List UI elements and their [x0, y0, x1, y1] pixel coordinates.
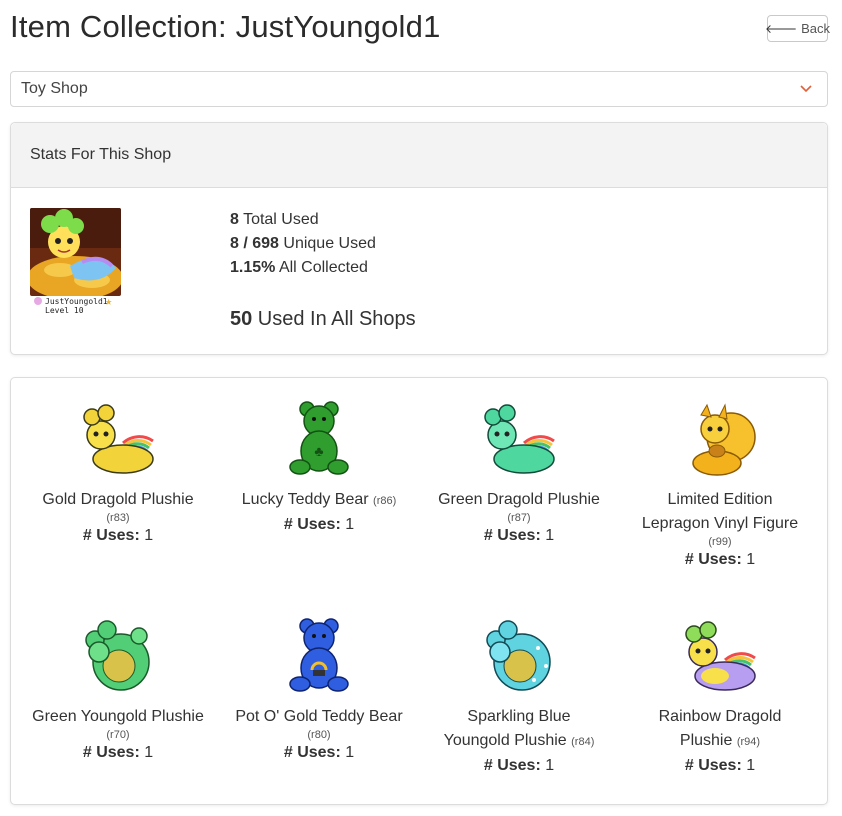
star-icon: ★: [105, 294, 113, 308]
page-title: Item Collection: JustYoungold1: [10, 9, 441, 44]
dragold-plushie-icon: [484, 404, 555, 474]
item-uses: # Uses: 1: [483, 757, 555, 774]
back-button[interactable]: 🡐 Back: [764, 15, 831, 42]
item-uses: # Uses: 1: [82, 527, 154, 544]
chevron-down-icon: [800, 85, 812, 93]
avatar-username: JustYoungold1: [45, 297, 108, 306]
item-rarity: (r87): [507, 512, 531, 524]
item-rarity: (r83): [106, 512, 130, 524]
stat-all-shops: 50 Used In All Shops: [230, 308, 416, 330]
item-uses: # Uses: 1: [283, 744, 355, 761]
item-uses: # Uses: 1: [283, 516, 355, 533]
item-card[interactable]: Green Youngold Plushie (r70) # Uses: 1: [18, 618, 218, 765]
item-name: Rainbow Dragold Plushie (r94): [658, 708, 782, 749]
item-name: Green Youngold Plushie: [32, 708, 204, 725]
avatar-image: [30, 208, 121, 296]
item-card[interactable]: Sparkling Blue Youngold Plushie (r84) # U…: [419, 618, 619, 778]
item-uses: # Uses: 1: [483, 527, 555, 544]
teddy-bear-icon: ♣: [289, 401, 349, 475]
youngold-plushie-icon: [85, 620, 150, 691]
dragold-plushie-icon: [685, 621, 756, 691]
gender-icon: [34, 297, 42, 305]
back-button-label: Back: [801, 21, 831, 36]
shop-select[interactable]: Toy Shop: [10, 71, 828, 107]
dragold-plushie-icon: [83, 404, 154, 474]
youngold-plushie-icon: [486, 620, 551, 691]
item-uses: # Uses: 1: [82, 744, 154, 761]
item-rarity: (r80): [307, 729, 331, 741]
item-name: Sparkling Blue Youngold Plushie (r84): [443, 708, 595, 749]
item-card[interactable]: Pot O' Gold Teddy Bear (r80) # Uses: 1: [219, 618, 419, 765]
item-uses: # Uses: 1: [684, 757, 756, 774]
lepragon-figure-icon: [692, 403, 756, 476]
item-card[interactable]: Limited Edition Lepragon Vinyl Figure (r9…: [620, 401, 820, 572]
item-rarity: (r99): [708, 536, 732, 548]
item-rarity: (r84): [571, 736, 595, 748]
avatar-level: Level 10: [45, 306, 84, 315]
item-rarity: (r94): [736, 736, 761, 748]
item-name: Pot O' Gold Teddy Bear: [235, 708, 403, 725]
stat-unique-used: 8 / 698 Unique Used: [230, 235, 376, 252]
item-uses: # Uses: 1: [684, 551, 756, 568]
item-card[interactable]: Gold Dragold Plushie (r83) # Uses: 1: [18, 401, 218, 548]
stat-total-used: 8 Total Used: [230, 211, 319, 228]
item-name: Green Dragold Plushie: [438, 491, 600, 508]
item-name: Gold Dragold Plushie: [42, 491, 194, 508]
item-card[interactable]: ♣ Lucky Teddy Bear (r86) # Uses: 1: [219, 401, 419, 537]
item-rarity: (r86): [373, 495, 397, 507]
avatar-caption: JustYoungold1 Level 10 ★: [34, 295, 112, 315]
arrow-left-icon: 🡐: [764, 22, 798, 36]
stats-card: Stats For This Shop JustYoungold1 Level …: [10, 122, 828, 355]
items-grid: Gold Dragold Plushie (r83) # Uses: 1 ♣ L…: [10, 377, 828, 805]
stat-all-collected: 1.15% All Collected: [230, 259, 368, 276]
item-card[interactable]: Rainbow Dragold Plushie (r94) # Uses: 1: [620, 618, 820, 778]
item-card[interactable]: Green Dragold Plushie (r87) # Uses: 1: [419, 401, 619, 548]
svg-text:♣: ♣: [314, 443, 323, 459]
item-name: Limited Edition Lepragon Vinyl Figure: [641, 491, 799, 532]
stats-heading: Stats For This Shop: [11, 123, 827, 188]
item-rarity: (r70): [106, 729, 130, 741]
item-name: Lucky Teddy Bear (r86): [241, 491, 397, 508]
shop-select-value: Toy Shop: [21, 80, 88, 97]
teddy-bear-icon: [289, 618, 349, 692]
